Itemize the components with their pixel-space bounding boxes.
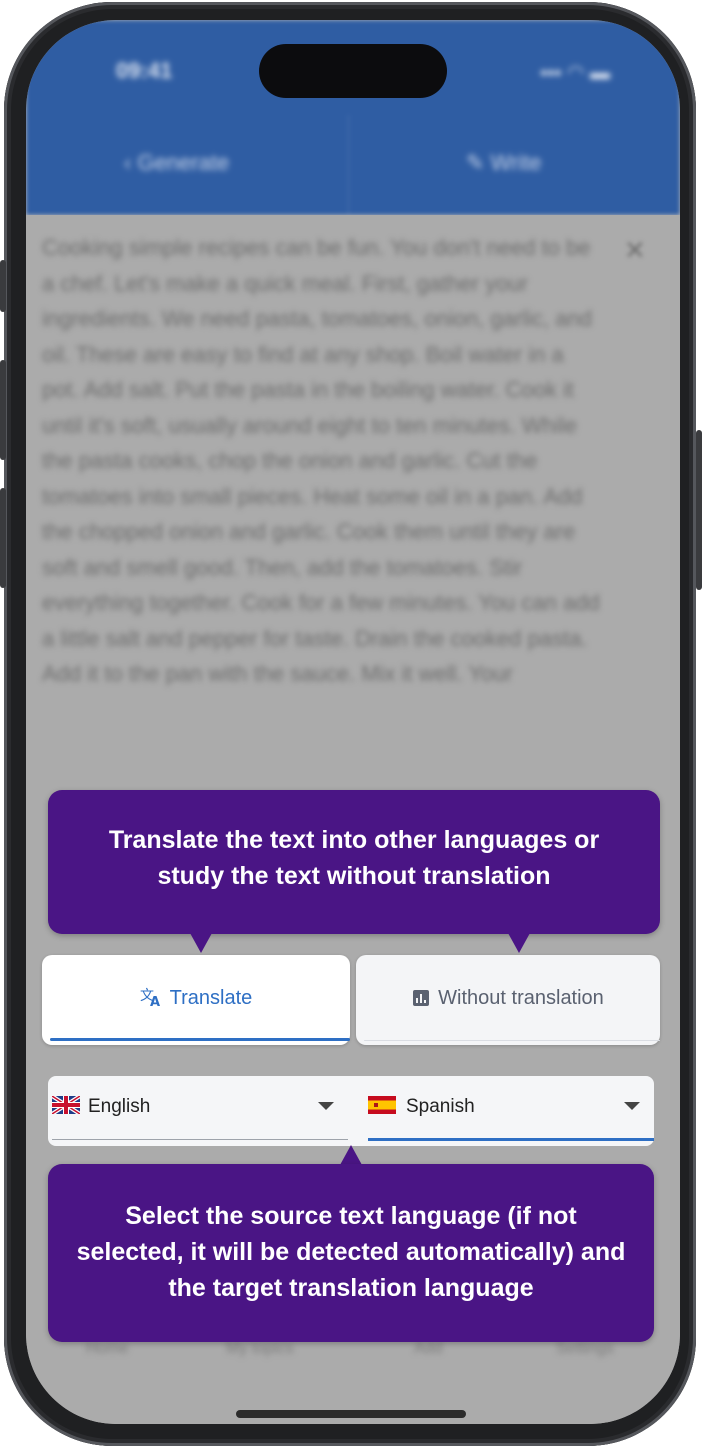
- tooltip-languages: Select the source text language (if not …: [48, 1164, 654, 1342]
- chart-icon: [412, 989, 430, 1013]
- tooltip-arrow-languages: [340, 1145, 362, 1165]
- nav-home[interactable]: Home: [86, 1340, 129, 1358]
- translate-icon: 文A: [140, 987, 162, 1013]
- side-button-power: [696, 430, 702, 590]
- target-language-name: Spanish: [406, 1096, 475, 1117]
- source-text: Cooking simple recipes can be fun. You d…: [42, 235, 600, 686]
- status-time: 09:41: [116, 58, 173, 83]
- without-translation-label: Without translation: [438, 987, 604, 1009]
- tooltip-mode-text: Translate the text into other languages …: [108, 826, 600, 890]
- translate-button[interactable]: 文A Translate: [42, 955, 350, 1045]
- language-selectors: English Spanish: [48, 1076, 654, 1146]
- source-language-select[interactable]: English: [48, 1076, 348, 1146]
- side-button-volume-down: [0, 488, 6, 588]
- dropdown-caret-icon: [624, 1102, 640, 1110]
- side-button-action: [0, 260, 6, 312]
- nav-my-topics[interactable]: My topics: [226, 1340, 294, 1358]
- target-underline: [368, 1138, 654, 1141]
- dropdown-caret-icon: [318, 1102, 334, 1110]
- svg-text:A: A: [150, 995, 160, 1007]
- close-icon[interactable]: ✕: [624, 235, 646, 266]
- tab-generate[interactable]: ‹ Generate: [124, 150, 229, 176]
- pencil-icon: ✎: [466, 150, 491, 175]
- tab-divider: [348, 115, 349, 215]
- tab-write[interactable]: ✎ Write: [466, 150, 541, 176]
- without-translation-button[interactable]: Without translation: [356, 955, 660, 1045]
- without-underline: [364, 1040, 660, 1041]
- dynamic-island: [259, 44, 447, 98]
- translate-underline: [50, 1038, 350, 1041]
- source-language-name: English: [88, 1096, 151, 1117]
- tooltip-arrow-without: [508, 933, 530, 953]
- tooltip-languages-text: Select the source text language (if not …: [76, 1202, 626, 1302]
- tab-write-label: Write: [490, 150, 542, 175]
- nav-add[interactable]: Add: [414, 1340, 442, 1358]
- source-underline: [52, 1139, 348, 1140]
- uk-flag-icon: [52, 1096, 80, 1114]
- status-icons: ▪▪▪ ◠ ▬: [540, 62, 610, 84]
- tooltip-arrow-translate: [190, 933, 212, 953]
- chevron-left-icon: ‹: [124, 150, 138, 175]
- target-language-select[interactable]: Spanish: [366, 1076, 654, 1146]
- tab-generate-label: Generate: [137, 150, 230, 175]
- translate-label: Translate: [169, 987, 253, 1009]
- tooltip-mode: Translate the text into other languages …: [48, 790, 660, 934]
- home-indicator[interactable]: [236, 1410, 466, 1418]
- side-button-volume-up: [0, 360, 6, 460]
- nav-settings[interactable]: Settings: [556, 1340, 614, 1358]
- spain-flag-icon: [368, 1096, 396, 1114]
